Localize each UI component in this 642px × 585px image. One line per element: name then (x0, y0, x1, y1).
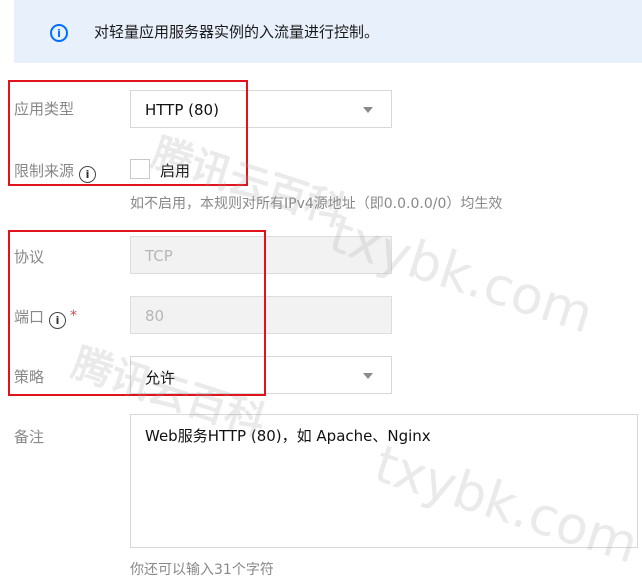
highlight-box-app-type (8, 80, 248, 186)
remark-label: 备注 (14, 428, 45, 446)
highlight-box-protocol-port-policy (8, 230, 266, 396)
remark-char-counter: 你还可以输入31个字符 (130, 562, 274, 578)
info-banner: i 对轻量应用服务器实例的入流量进行控制。 (14, 0, 642, 63)
security-rule-form: i 对轻量应用服务器实例的入流量进行控制。 应用类型 HTTP (80) 限制来… (0, 0, 642, 585)
info-banner-text: 对轻量应用服务器实例的入流量进行控制。 (94, 23, 380, 41)
remark-textarea[interactable]: Web服务HTTP (80)，如 Apache、Nginx (130, 414, 638, 548)
chevron-down-icon (363, 373, 373, 379)
chevron-down-icon (363, 107, 373, 113)
remark-value: Web服务HTTP (80)，如 Apache、Nginx (145, 427, 431, 445)
info-icon: i (50, 24, 68, 42)
restrict-source-hint: 如不启用，本规则对所有IPv4源地址（即0.0.0.0/0）均生效 (130, 196, 503, 212)
